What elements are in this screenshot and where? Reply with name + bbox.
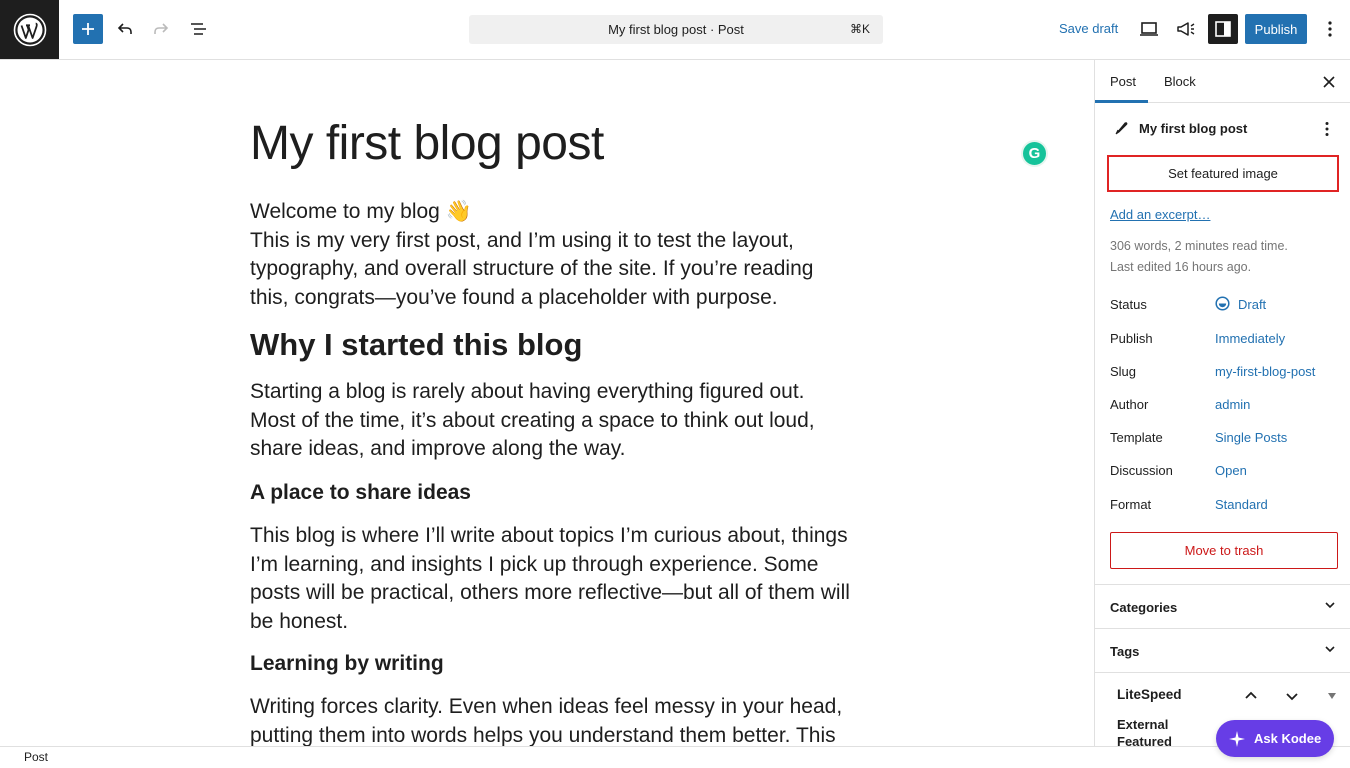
preview-button[interactable] [1134, 14, 1164, 44]
settings-sidebar: Post Block My first blog post Set featur… [1094, 60, 1350, 746]
template-value[interactable]: Single Posts [1215, 430, 1287, 445]
slug-value[interactable]: my-first-blog-post [1215, 364, 1315, 379]
close-sidebar-button[interactable] [1319, 72, 1339, 92]
move-to-trash-button[interactable]: Move to trash [1110, 532, 1338, 569]
ask-kodee-button[interactable]: Ask Kodee [1216, 720, 1334, 757]
discussion-value[interactable]: Open [1215, 463, 1247, 478]
more-vertical-icon [1325, 122, 1329, 136]
add-block-button[interactable] [73, 14, 103, 44]
paragraph-block[interactable]: This blog is where I’ll write about topi… [250, 522, 850, 636]
draft-status-icon [1215, 296, 1230, 316]
add-excerpt-link[interactable]: Add an excerpt… [1110, 207, 1210, 222]
undo-icon [117, 23, 132, 34]
redo-button[interactable] [146, 14, 176, 44]
sidebar-tabs: Post Block [1095, 60, 1350, 103]
chevron-down-icon [1325, 646, 1335, 653]
laptop-icon [1140, 22, 1158, 36]
publish-button[interactable]: Publish [1245, 14, 1307, 44]
template-label: Template [1110, 430, 1163, 445]
plus-icon [82, 23, 94, 35]
chevron-up-icon[interactable] [1244, 689, 1258, 703]
categories-panel-title: Categories [1110, 600, 1178, 615]
document-overview-button[interactable] [183, 14, 213, 44]
list-view-icon [191, 23, 206, 35]
set-featured-image-button[interactable]: Set featured image [1107, 155, 1339, 192]
active-tab-indicator [1095, 100, 1148, 103]
categories-panel[interactable]: Categories [1095, 584, 1350, 628]
paragraph-block[interactable]: Welcome to my blog 👋 This is my very fir… [250, 198, 850, 312]
format-label: Format [1110, 497, 1152, 512]
author-label: Author [1110, 397, 1149, 412]
editor-footer: Post [0, 746, 1350, 768]
announcements-button[interactable] [1171, 14, 1201, 44]
undo-button[interactable] [110, 14, 140, 44]
paragraph-block[interactable]: Writing forces clarity. Even when ideas … [250, 693, 850, 746]
tab-block[interactable]: Block [1164, 74, 1196, 89]
discussion-label: Discussion [1110, 463, 1173, 478]
sidebar-icon [1215, 21, 1231, 37]
top-toolbar: My first blog post · Post ⌘K Save draft … [0, 0, 1350, 60]
last-edited: Last edited 16 hours ago. [1110, 260, 1252, 274]
chevron-down-icon[interactable] [1285, 689, 1299, 703]
caret-down-icon[interactable] [1327, 691, 1337, 701]
slug-label: Slug [1110, 364, 1137, 379]
external-featured-heading: External Featured [1117, 717, 1172, 746]
close-icon [1323, 76, 1335, 88]
litespeed-panel-title: LiteSpeed [1117, 687, 1182, 702]
tags-panel-title: Tags [1110, 644, 1140, 659]
format-value[interactable]: Standard [1215, 497, 1268, 512]
status-label: Status [1110, 297, 1147, 312]
save-draft-button[interactable]: Save draft [1059, 21, 1118, 36]
author-value[interactable]: admin [1215, 397, 1250, 412]
tags-panel[interactable]: Tags [1095, 628, 1350, 672]
post-type-icon [1113, 120, 1129, 141]
publish-label: Publish [1110, 331, 1153, 346]
settings-sidebar-toggle[interactable] [1208, 14, 1238, 44]
command-shortcut: ⌘K [849, 22, 870, 36]
grammarly-icon[interactable]: G [1021, 140, 1048, 167]
post-title[interactable]: My first blog post [250, 116, 604, 172]
heading-block[interactable]: Why I started this blog [250, 326, 582, 364]
post-summary-title: My first blog post [1139, 121, 1248, 136]
command-palette-bar[interactable]: My first blog post · Post ⌘K [469, 15, 883, 44]
editor-canvas: My first blog post Welcome to my blog 👋 … [0, 60, 1094, 746]
word-count: 306 words, 2 minutes read time. [1110, 239, 1288, 253]
sparkle-icon [1229, 730, 1245, 747]
document-title: My first blog post · Post [608, 22, 744, 37]
heading-block[interactable]: A place to share ideas [250, 479, 471, 507]
publish-value[interactable]: Immediately [1215, 331, 1285, 346]
post-actions-button[interactable] [1324, 121, 1330, 142]
redo-icon [154, 23, 169, 34]
more-vertical-icon [1328, 21, 1332, 37]
litespeed-panel: LiteSpeed [1095, 672, 1350, 718]
paragraph-line: Welcome to my blog 👋 [250, 200, 472, 223]
wordpress-logo-icon[interactable] [0, 0, 59, 59]
heading-block[interactable]: Learning by writing [250, 650, 444, 678]
megaphone-icon [1177, 22, 1195, 36]
ask-kodee-label: Ask Kodee [1254, 731, 1322, 746]
chevron-down-icon [1325, 602, 1335, 609]
breadcrumb[interactable]: Post [24, 750, 48, 764]
tab-post[interactable]: Post [1110, 74, 1136, 89]
status-value[interactable]: Draft [1238, 297, 1266, 312]
paragraph-line: This is my very first post, and I’m usin… [250, 228, 814, 309]
options-button[interactable] [1315, 14, 1345, 44]
paragraph-block[interactable]: Starting a blog is rarely about having e… [250, 378, 850, 464]
